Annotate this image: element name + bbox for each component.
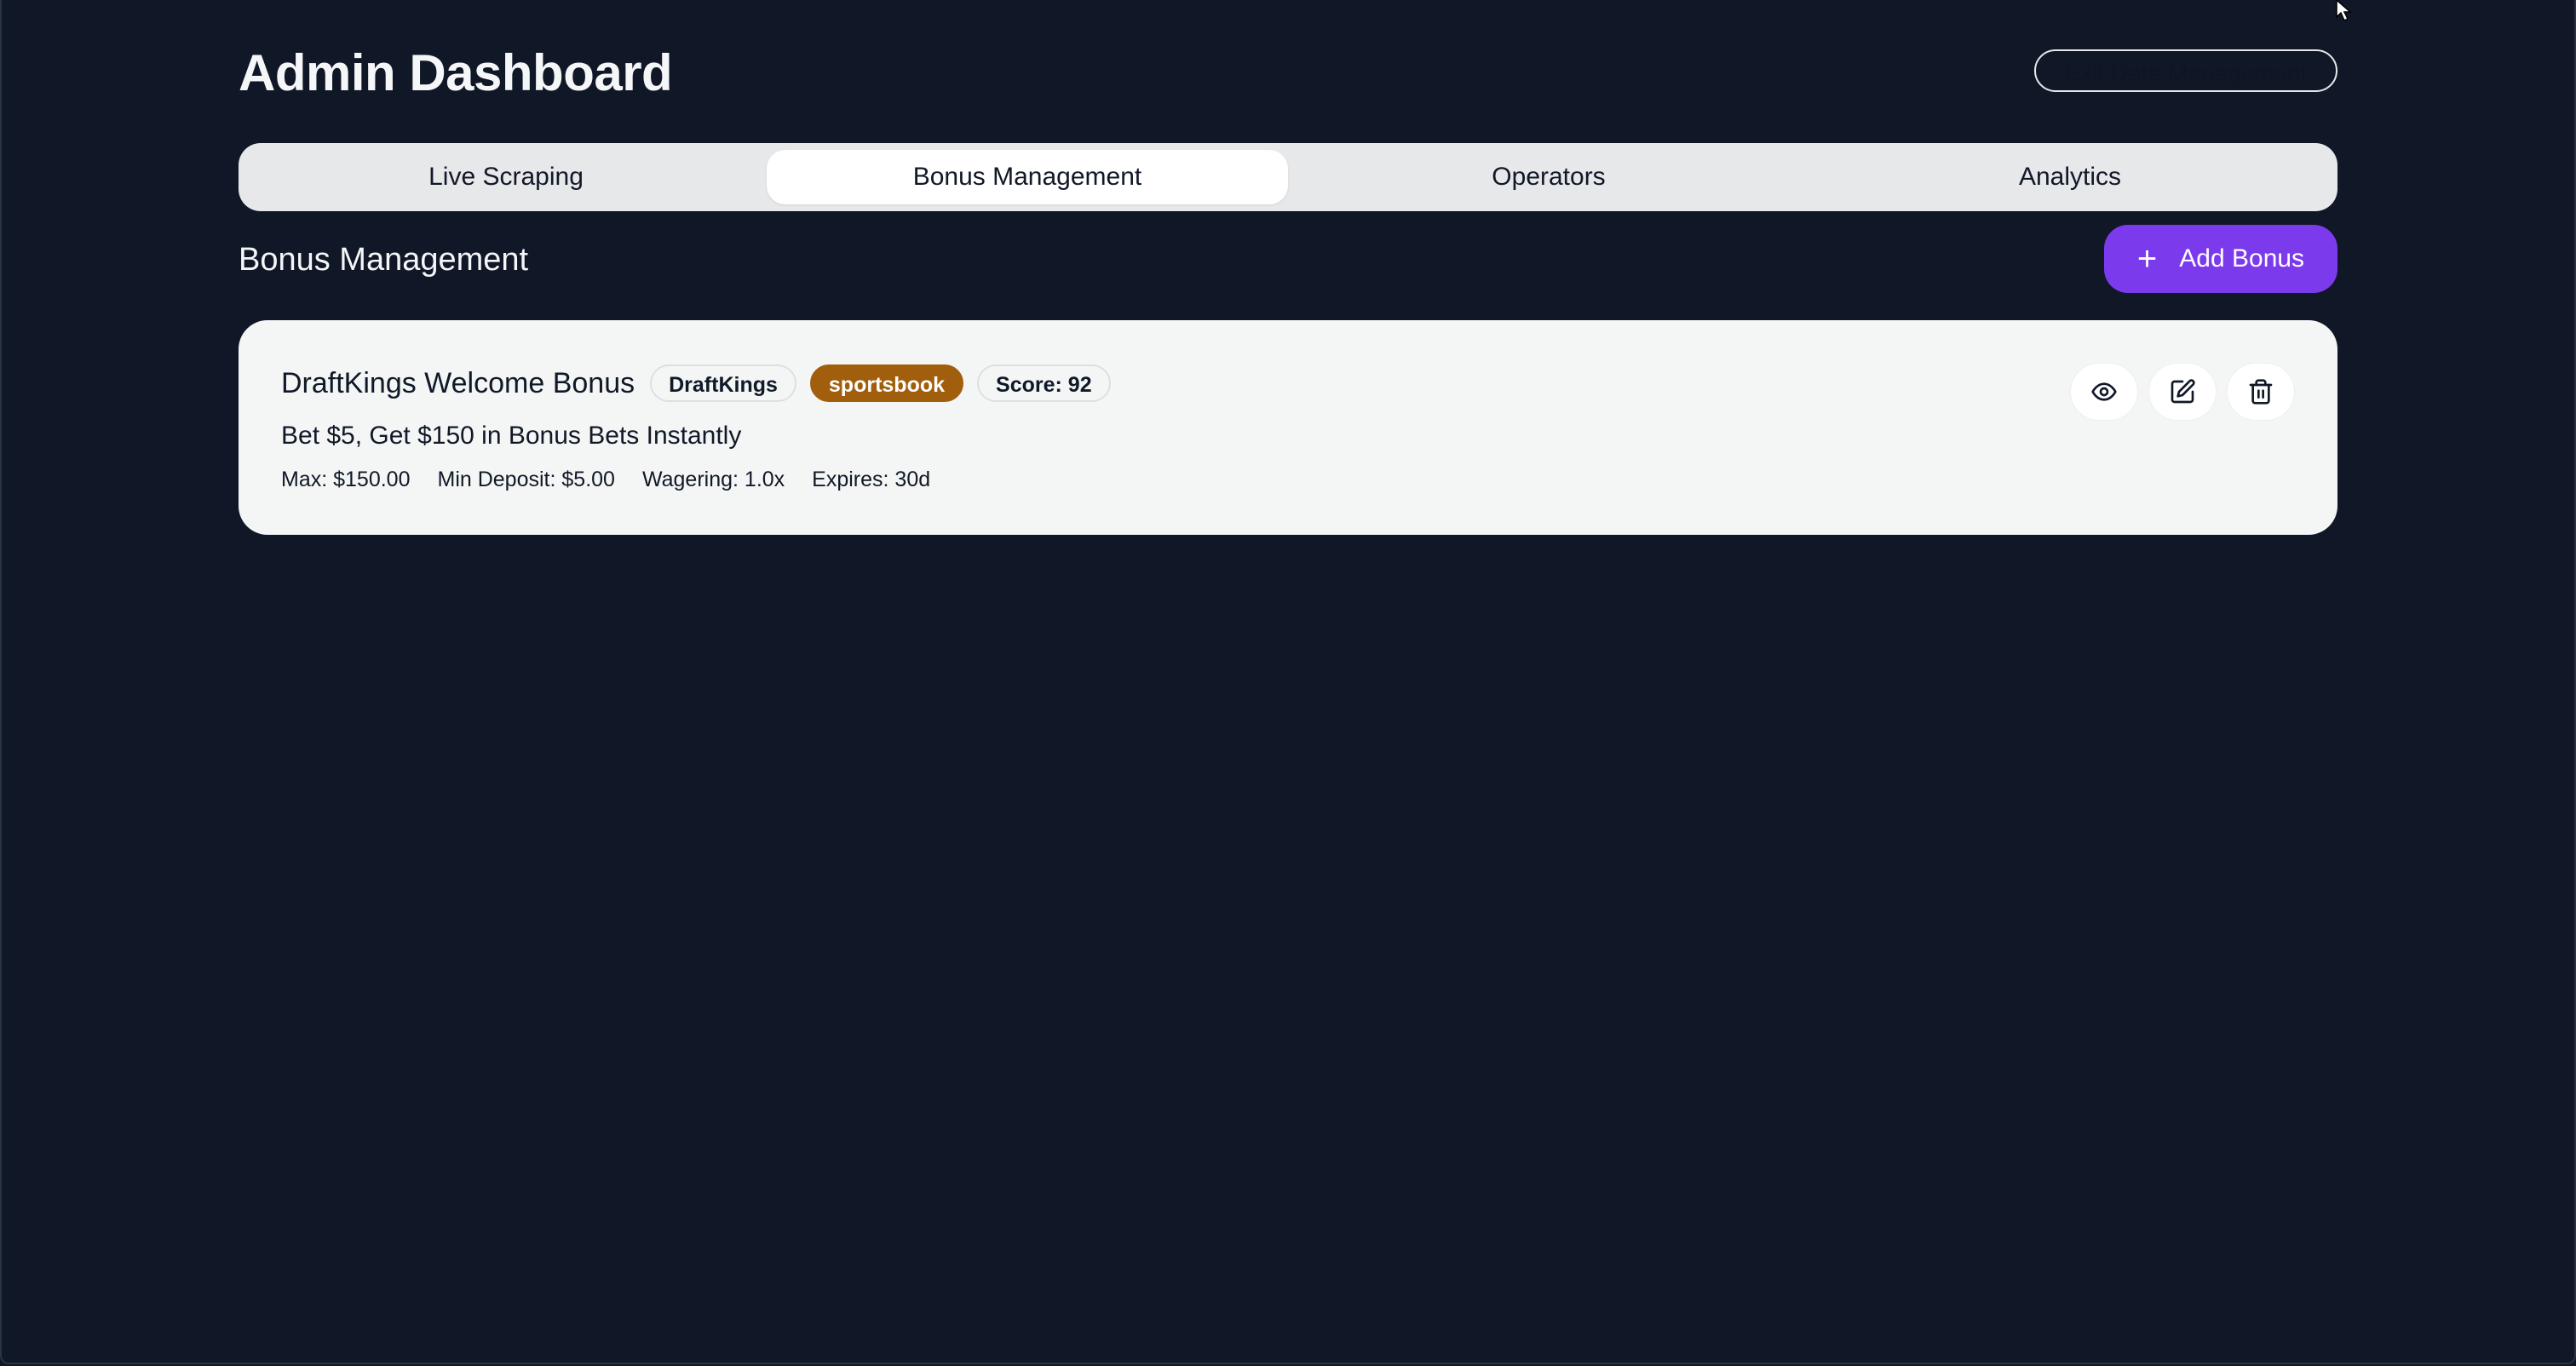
delete-button[interactable] (2227, 363, 2295, 421)
header: Admin Dashboard Exit Data Management (239, 41, 2337, 106)
tab-analytics[interactable]: Analytics (1809, 150, 2331, 204)
edit-button[interactable] (2148, 363, 2217, 421)
edit-icon (2171, 379, 2195, 404)
bonus-wagering: Wagering: 1.0x (641, 468, 785, 491)
bonus-max: Max: $150.00 (281, 468, 411, 491)
add-bonus-button[interactable]: + Add Bonus (2104, 225, 2337, 293)
category-badge: sportsbook (809, 364, 964, 402)
tab-bonus-management[interactable]: Bonus Management (767, 150, 1288, 204)
bonus-min-deposit: Min Deposit: $5.00 (437, 468, 615, 491)
operator-badge: DraftKings (650, 364, 796, 402)
add-bonus-label: Add Bonus (2179, 244, 2305, 273)
tab-bar: Live Scraping Bonus Management Operators… (239, 143, 2337, 211)
exit-data-management-button[interactable]: Exit Data Management (2034, 49, 2337, 92)
mouse-cursor-icon (2336, 0, 2352, 22)
trash-icon (2249, 379, 2273, 405)
bonus-description: Bet $5, Get $150 in Bonus Bets Instantly (281, 422, 742, 450)
section-title: Bonus Management (239, 242, 529, 278)
page-title: Admin Dashboard (239, 44, 673, 101)
eye-icon (2091, 382, 2117, 401)
view-button[interactable] (2070, 363, 2138, 421)
bonus-expires: Expires: 30d (812, 468, 931, 491)
bonus-meta: Max: $150.00 Min Deposit: $5.00 Wagering… (281, 465, 930, 494)
bonus-title: DraftKings Welcome Bonus (281, 366, 635, 399)
bonus-title-row: DraftKings Welcome Bonus DraftKings spor… (281, 363, 1124, 404)
tab-operators[interactable]: Operators (1288, 150, 1809, 204)
bonus-card: DraftKings Welcome Bonus DraftKings spor… (239, 320, 2337, 535)
score-badge: Score: 92 (977, 364, 1111, 402)
plus-icon: + (2136, 240, 2158, 278)
tab-live-scraping[interactable]: Live Scraping (245, 150, 767, 204)
bonus-actions (2070, 363, 2295, 421)
